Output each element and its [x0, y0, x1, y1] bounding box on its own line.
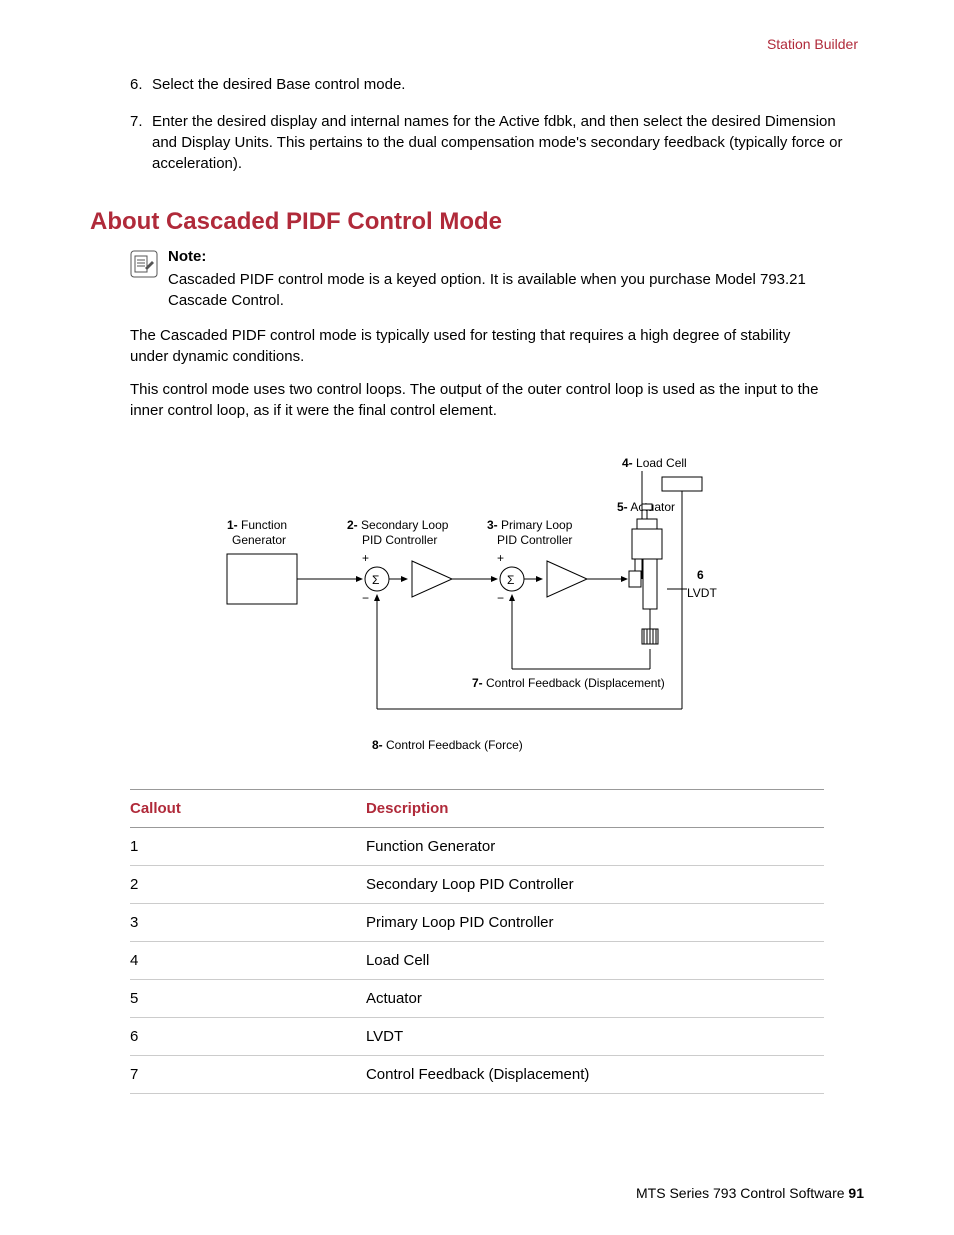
svg-text:7- Control Feedback (Displacem: 7- Control Feedback (Displacement)	[472, 676, 665, 690]
svg-text:PID Controller: PID Controller	[497, 533, 572, 547]
page-footer: MTS Series 793 Control Software 91	[636, 1185, 864, 1201]
svg-text:4- Load Cell: 4- Load Cell	[622, 456, 687, 470]
svg-text:+: +	[362, 551, 369, 565]
svg-text:−: −	[362, 591, 369, 605]
step-number: 7.	[130, 111, 152, 174]
body-paragraph: The Cascaded PIDF control mode is typica…	[130, 325, 824, 367]
table-header: Callout	[130, 790, 366, 828]
table-row: 2Secondary Loop PID Controller	[130, 866, 824, 904]
body-paragraph: This control mode uses two control loops…	[130, 379, 824, 421]
note-text: Cascaded PIDF control mode is a keyed op…	[168, 269, 864, 311]
svg-text:8- Control Feedback (Force): 8- Control Feedback (Force)	[372, 738, 523, 752]
page-number: 91	[848, 1185, 864, 1201]
svg-text:2- Secondary Loop: 2- Secondary Loop	[347, 518, 449, 532]
step-text: Enter the desired display and internal n…	[152, 111, 864, 174]
table-row: 1Function Generator	[130, 828, 824, 866]
section-heading: About Cascaded PIDF Control Mode	[90, 208, 864, 236]
svg-text:+: +	[497, 551, 504, 565]
table-row: 6LVDT	[130, 1018, 824, 1056]
svg-text:6: 6	[697, 568, 704, 582]
svg-text:1- Function: 1- Function	[227, 518, 287, 532]
table-row: 4Load Cell	[130, 942, 824, 980]
step-number: 6.	[130, 74, 152, 95]
step-item: 7. Enter the desired display and interna…	[130, 111, 864, 174]
note-block: Note: Cascaded PIDF control mode is a ke…	[130, 248, 864, 311]
callout-table: Callout Description 1Function Generator …	[130, 789, 824, 1094]
svg-text:LVDT: LVDT	[687, 586, 717, 600]
table-header: Description	[366, 790, 824, 828]
svg-text:PID Controller: PID Controller	[362, 533, 437, 547]
step-item: 6. Select the desired Base control mode.	[130, 74, 864, 95]
table-row: 3Primary Loop PID Controller	[130, 904, 824, 942]
table-row: 7Control Feedback (Displacement)	[130, 1056, 824, 1094]
note-title: Note:	[168, 248, 864, 265]
step-text: Select the desired Base control mode.	[152, 74, 405, 95]
control-loop-diagram: 4- Load Cell 5- Actuator 1- Function Gen…	[90, 449, 864, 759]
footer-text: MTS Series 793 Control Software	[636, 1185, 848, 1201]
breadcrumb: Station Builder	[90, 36, 858, 52]
svg-text:−: −	[497, 591, 504, 605]
svg-text:3- Primary Loop: 3- Primary Loop	[487, 518, 573, 532]
svg-text:Σ: Σ	[372, 573, 379, 587]
table-row: 5Actuator	[130, 980, 824, 1018]
numbered-steps: 6. Select the desired Base control mode.…	[130, 74, 864, 174]
svg-text:Generator: Generator	[232, 533, 286, 547]
note-icon	[130, 250, 158, 278]
svg-text:Σ: Σ	[507, 573, 514, 587]
